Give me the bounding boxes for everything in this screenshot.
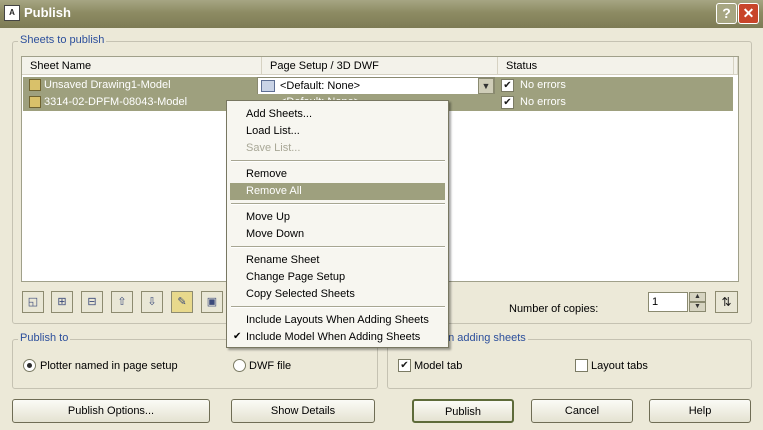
dwf-radio[interactable] xyxy=(233,359,246,372)
menu-separator xyxy=(231,306,445,308)
page-setup-value: <Default: None> xyxy=(280,80,361,92)
column-header-page-setup[interactable]: Page Setup / 3D DWF xyxy=(262,57,498,75)
menu-item-remove[interactable]: Remove xyxy=(230,166,445,183)
save-icon[interactable]: ▣ xyxy=(201,291,223,313)
chevron-down-icon[interactable]: ▼ xyxy=(478,78,494,94)
column-header-status[interactable]: Status xyxy=(498,57,734,75)
menu-item-move-down[interactable]: Move Down xyxy=(230,226,445,243)
menu-separator xyxy=(231,160,445,162)
plotter-label[interactable]: Plotter named in page setup xyxy=(40,360,178,372)
status-check: ✔ xyxy=(501,79,514,92)
publish-to-label: Publish to xyxy=(18,332,71,344)
layout-tabs-label[interactable]: Layout tabs xyxy=(591,360,648,372)
menu-item-add-sheets[interactable]: Add Sheets... xyxy=(230,106,445,123)
publish-options-button[interactable]: Publish Options... xyxy=(12,399,210,423)
menu-item-save-list: Save List... xyxy=(246,142,301,154)
sheet-icon xyxy=(29,79,41,91)
model-tab-checkbox[interactable]: ✔ xyxy=(398,359,411,372)
menu-item-remove-all[interactable]: Remove All xyxy=(230,183,445,200)
app-icon: A xyxy=(4,5,20,21)
layout-tabs-checkbox[interactable] xyxy=(575,359,588,372)
radio-selected-dot xyxy=(27,363,32,368)
adding-sheets-label: en adding sheets xyxy=(440,332,528,344)
menu-separator xyxy=(231,246,445,248)
sheets-group-label: Sheets to publish xyxy=(18,34,107,46)
page-setup-dropdown[interactable]: <Default: None> xyxy=(257,77,495,95)
menu-item-change-page-setup[interactable]: Change Page Setup xyxy=(230,269,445,286)
menu-separator xyxy=(231,203,445,205)
spin-down-icon[interactable]: ▼ xyxy=(689,302,706,312)
preview-icon[interactable]: ◱ xyxy=(22,291,44,313)
status-text: No errors xyxy=(520,79,566,91)
plotter-radio[interactable] xyxy=(23,359,36,372)
sheet-name: 3314-02-DPFM-08043-Model xyxy=(44,96,188,108)
window-title: Publish xyxy=(24,5,71,20)
menu-item-include-layouts[interactable]: Include Layouts When Adding Sheets xyxy=(230,312,445,329)
spin-up-icon[interactable]: ▲ xyxy=(689,292,706,302)
title-bar: A Publish ? ✕ xyxy=(0,0,763,28)
menu-item-copy-selected[interactable]: Copy Selected Sheets xyxy=(230,286,445,303)
add-sheets-icon[interactable]: ⊞ xyxy=(51,291,73,313)
status-check: ✔ xyxy=(501,96,514,109)
publish-button[interactable]: Publish xyxy=(412,399,514,423)
help-button[interactable]: Help xyxy=(649,399,751,423)
page-setup-icon xyxy=(261,80,275,92)
dwf-label[interactable]: DWF file xyxy=(249,360,291,372)
move-up-icon[interactable]: ⇧ xyxy=(111,291,133,313)
model-tab-label[interactable]: Model tab xyxy=(414,360,462,372)
column-header-filler xyxy=(734,57,738,75)
context-menu: Add Sheets... Load List... Save List... … xyxy=(226,100,449,348)
remove-sheets-icon[interactable]: ⊟ xyxy=(81,291,103,313)
menu-item-rename-sheet[interactable]: Rename Sheet xyxy=(230,252,445,269)
close-button[interactable]: ✕ xyxy=(738,3,759,24)
save-list-icon[interactable]: ✎ xyxy=(171,291,193,313)
sheet-icon xyxy=(29,96,41,108)
copies-label: Number of copies: xyxy=(509,303,599,315)
help-title-button[interactable]: ? xyxy=(716,3,737,24)
move-down-icon[interactable]: ⇩ xyxy=(141,291,163,313)
column-header-sheet-name[interactable]: Sheet Name xyxy=(22,57,262,75)
sort-icon[interactable]: ⇅ xyxy=(715,291,738,313)
status-text: No errors xyxy=(520,96,566,108)
sheet-name: Unsaved Drawing1-Model xyxy=(44,79,171,91)
show-details-button[interactable]: Show Details xyxy=(231,399,375,423)
menu-item-move-up[interactable]: Move Up xyxy=(230,209,445,226)
menu-item-include-model[interactable]: Include Model When Adding Sheets xyxy=(230,329,445,346)
menu-item-load-list[interactable]: Load List... xyxy=(230,123,445,140)
copies-input[interactable]: 1 xyxy=(648,292,688,312)
cancel-button[interactable]: Cancel xyxy=(531,399,633,423)
check-icon: ✔ xyxy=(233,331,242,342)
